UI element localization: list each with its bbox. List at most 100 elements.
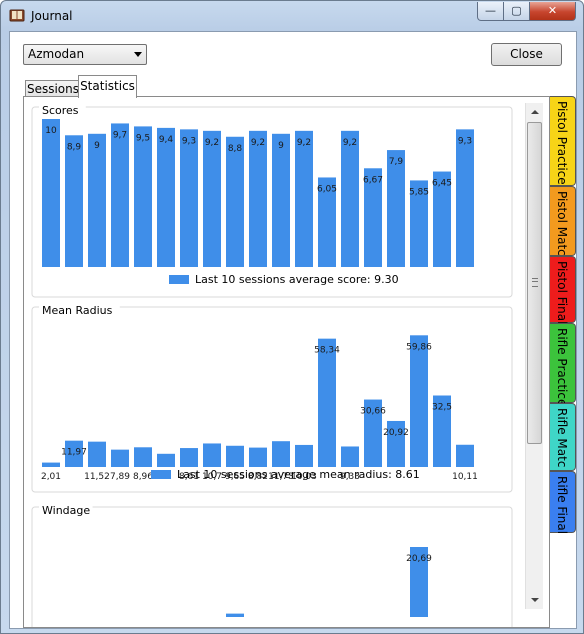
window-title: Journal (31, 9, 73, 23)
scores-bar (157, 127, 175, 267)
scores-data-label: 9,3 (182, 136, 196, 146)
minimize-button[interactable]: — (477, 2, 504, 21)
scores-data-label: 6,45 (432, 179, 452, 189)
side-tab-rifle-practice[interactable]: Rifle Practice (550, 323, 576, 407)
scores-data-label: 9,2 (205, 138, 219, 148)
charts-area: Scores 10 8,9 9 9,7 9,5 9,4 9,3 9,2 8,8 9,2 9 9,2 6,0… (31, 103, 513, 627)
windage-data-label: 20,69 (406, 554, 432, 564)
mean-radius-bar (157, 453, 175, 467)
mean-radius-data-label: 10,11 (452, 472, 478, 482)
mean-radius-legend-text: Last 10 sessions average mean radius: 8.… (177, 468, 420, 481)
shooter-select[interactable]: Azmodan (23, 44, 147, 65)
side-tab-pistol-practice[interactable]: Pistol Practice (550, 96, 576, 186)
mean-radius-data-label: 32,5 (432, 403, 452, 413)
scores-data-label: 6,05 (317, 184, 337, 194)
side-tab-label: Rifle Practice (555, 328, 569, 407)
journal-window: Journal — ▢ ✕ Azmodan Close Sessions Sta… (0, 0, 584, 634)
tab-statistics[interactable]: Statistics (78, 75, 137, 98)
scores-data-label: 8,8 (228, 144, 243, 154)
scores-legend-text: Last 10 sessions average score: 9.30 (195, 273, 399, 286)
scores-bar (134, 126, 152, 268)
mean-radius-data-label: 11,97 (61, 448, 87, 458)
mean-radius-bar (272, 441, 290, 467)
scores-bar (180, 129, 198, 267)
scores-data-label: 6,67 (363, 175, 383, 185)
windage-chart-frame (31, 506, 513, 627)
scores-bar (42, 119, 60, 267)
scores-bar (387, 150, 405, 267)
scores-data-label: 9,2 (297, 138, 311, 148)
scores-data-label: 9 (94, 141, 100, 151)
side-tab-label: Rifle Matc (555, 408, 569, 468)
scores-bar (249, 130, 267, 267)
scores-data-label: 9,5 (136, 133, 150, 143)
mean-radius-bar (42, 462, 60, 467)
mean-radius-bar (111, 449, 129, 467)
side-tab-pistol-matc[interactable]: Pistol Matc (550, 186, 576, 256)
scores-data-label: 8,9 (67, 142, 82, 152)
window-close-button[interactable]: ✕ (529, 2, 576, 21)
statistics-panel: Scores 10 8,9 9 9,7 9,5 9,4 9,3 9,2 8,8 9,2 9 9,2 6,0… (23, 96, 550, 628)
mean-radius-data-label: 2,01 (41, 472, 61, 482)
mean-radius-bar (226, 445, 244, 467)
scores-bar (226, 136, 244, 267)
side-tab-label: Pistol Practice (555, 101, 569, 185)
mean-radius-data-label: 30,66 (360, 407, 386, 417)
mean-radius-data-label: 59,86 (406, 342, 432, 352)
scores-bar (88, 133, 106, 267)
client-area: Azmodan Close Sessions Statistics Scores… (9, 31, 577, 629)
side-tab-label: Pistol Matc (555, 191, 569, 256)
scores-bar (111, 123, 129, 267)
scores-data-label: 9,4 (159, 135, 174, 145)
side-tab-label: Pistol Final (555, 261, 569, 325)
mean-radius-bar (456, 444, 474, 467)
scores-data-label: 9,2 (251, 138, 265, 148)
mean-radius-bar (341, 446, 359, 467)
mean-radius-data-label: 8,96 (133, 472, 153, 482)
scores-data-label: 5,85 (409, 187, 429, 197)
tab-sessions[interactable]: Sessions (25, 80, 81, 97)
maximize-button[interactable]: ▢ (503, 2, 530, 21)
shooter-select-value: Azmodan (28, 47, 85, 61)
mean-radius-bar (134, 447, 152, 467)
mean-radius-bar (318, 338, 336, 467)
mean-radius-data-label: 58,34 (314, 346, 340, 356)
mean-radius-chart-title: Mean Radius (42, 304, 113, 317)
scores-data-label: 9,2 (343, 138, 357, 148)
vertical-scrollbar[interactable] (525, 103, 543, 609)
scores-data-label: 9 (278, 141, 284, 151)
side-tab-label: Rifle Final (555, 476, 569, 535)
grip-icon (532, 278, 538, 287)
chevron-down-icon (134, 52, 142, 57)
windage-bar (226, 613, 244, 617)
windage-chart-title: Windage (42, 504, 90, 517)
close-button[interactable]: Close (491, 43, 562, 66)
scroll-down-arrow-icon[interactable] (531, 598, 539, 602)
side-tab-pistol-final[interactable]: Pistol Final (550, 256, 576, 325)
title-bar[interactable]: Journal — ▢ ✕ (1, 1, 583, 29)
scores-bar (341, 130, 359, 267)
journal-app-icon (9, 9, 25, 22)
scroll-thumb[interactable] (527, 122, 542, 444)
mean-radius-bar (295, 444, 313, 467)
scores-bar (203, 130, 221, 267)
mean-radius-data-label: 7,89 (110, 472, 130, 482)
mean-radius-bar (203, 443, 221, 467)
mean-radius-legend-swatch (151, 470, 171, 479)
scores-bar (295, 130, 313, 267)
side-tab-rifle-final[interactable]: Rifle Final (550, 471, 576, 535)
scores-data-label: 9,7 (113, 130, 127, 140)
scroll-up-arrow-icon[interactable] (531, 110, 539, 114)
mean-radius-bar (180, 448, 198, 467)
mean-radius-bar (249, 447, 267, 467)
side-tab-rifle-matc[interactable]: Rifle Matc (550, 403, 576, 471)
scores-data-label: 10 (45, 126, 57, 136)
scores-data-label: 7,9 (389, 157, 404, 167)
mean-radius-bar (88, 441, 106, 467)
scores-legend-swatch (169, 275, 189, 284)
scores-bar (272, 133, 290, 267)
mean-radius-bar (410, 335, 428, 467)
scores-data-label: 9,3 (458, 136, 472, 146)
scores-chart-title: Scores (42, 104, 79, 117)
mean-radius-data-label: 11,52 (84, 472, 110, 482)
